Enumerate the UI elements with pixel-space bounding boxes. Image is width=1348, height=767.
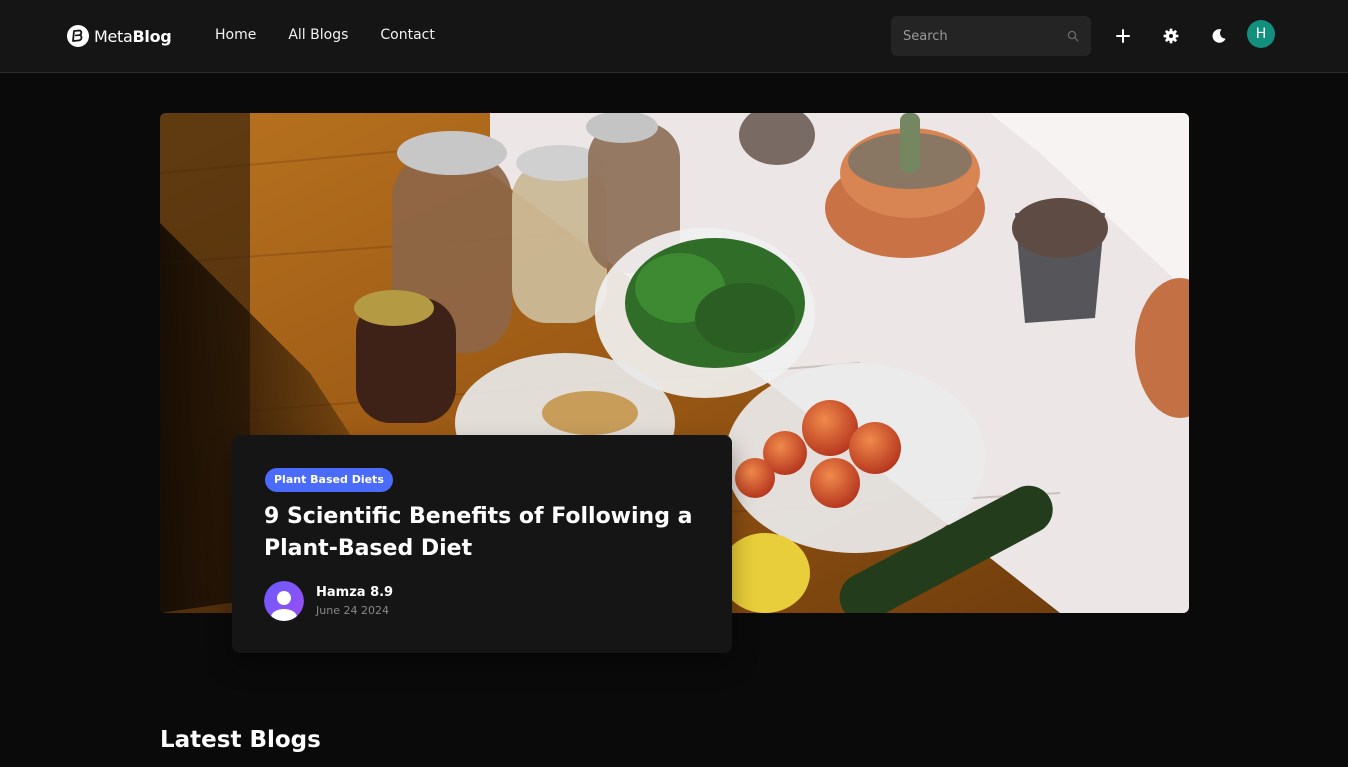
user-avatar-icon — [264, 581, 304, 621]
search-icon[interactable] — [1067, 30, 1079, 42]
latest-blogs-heading: Latest Blogs — [160, 727, 321, 753]
author-name[interactable]: Hamza 8.9 — [316, 585, 393, 600]
featured-post-card[interactable]: Plant Based Diets 9 Scientific Benefits … — [232, 435, 732, 653]
add-post-button[interactable] — [1111, 24, 1135, 48]
user-avatar-button[interactable]: H — [1247, 20, 1275, 48]
search-input[interactable] — [903, 28, 1067, 44]
main-nav: Home All Blogs Contact — [215, 27, 435, 43]
logo-text-light: Meta — [94, 26, 133, 46]
nav-link-contact[interactable]: Contact — [380, 27, 434, 43]
top-navbar: MetaBlog Home All Blogs Contact Search H — [0, 0, 1348, 73]
search-box — [891, 16, 1091, 56]
moon-icon — [1212, 29, 1226, 43]
author-avatar — [264, 581, 304, 621]
metablog-logo[interactable]: MetaBlog — [66, 24, 172, 48]
logo-icon — [67, 25, 89, 47]
settings-button[interactable] — [1159, 24, 1183, 48]
logo-text-bold: Blog — [132, 26, 172, 46]
theme-toggle-button[interactable] — [1207, 24, 1231, 48]
plus-icon — [1116, 29, 1130, 43]
logo-text: MetaBlog — [94, 26, 172, 46]
post-date: June 24 2024 — [316, 604, 389, 617]
nav-link-all-blogs[interactable]: All Blogs — [288, 27, 348, 43]
post-title[interactable]: 9 Scientific Benefits of Following a Pla… — [264, 501, 704, 565]
nav-link-home[interactable]: Home — [215, 27, 256, 43]
gear-icon — [1163, 28, 1179, 44]
category-badge[interactable]: Plant Based Diets — [265, 468, 393, 492]
